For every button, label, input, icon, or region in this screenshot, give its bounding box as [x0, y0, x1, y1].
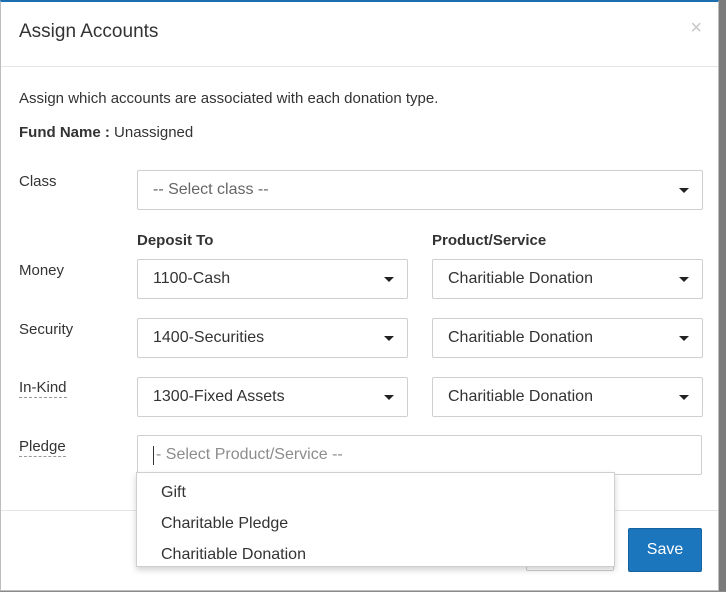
fund-name: Fund Name : Unassigned — [19, 124, 193, 141]
dropdown-option-gift[interactable]: Gift — [137, 477, 614, 508]
dropdown-option-charitiable-donation[interactable]: Charitiable Donation — [137, 539, 614, 570]
money-product-value: Charitiable Donation — [448, 270, 593, 287]
chevron-down-icon — [384, 277, 394, 282]
money-deposit-select[interactable]: 1100-Cash — [137, 259, 408, 299]
row-label-security: Security — [19, 321, 74, 338]
save-button[interactable]: Save — [628, 528, 702, 572]
pledge-product-dropdown: Gift Charitable Pledge Charitiable Donat… — [136, 472, 615, 567]
security-product-value: Charitiable Donation — [448, 329, 593, 346]
intro-text: Assign which accounts are associated wit… — [19, 90, 439, 107]
row-label-pledge[interactable]: Pledge — [19, 438, 66, 457]
chevron-down-icon — [384, 395, 394, 400]
in-kind-product-value: Charitiable Donation — [448, 388, 593, 405]
pledge-product-placeholder: - Select Product/Service -- — [156, 446, 343, 463]
money-deposit-value: 1100-Cash — [153, 270, 231, 287]
close-icon[interactable]: × — [690, 18, 702, 38]
security-deposit-value: 1400-Securities — [153, 329, 265, 346]
chevron-down-icon — [679, 277, 689, 282]
modal-title: Assign Accounts — [19, 21, 159, 42]
column-header-deposit-to: Deposit To — [137, 232, 214, 249]
in-kind-product-select[interactable]: Charitiable Donation — [432, 377, 703, 417]
pledge-product-search-input[interactable]: - Select Product/Service -- — [137, 435, 702, 475]
in-kind-deposit-select[interactable]: 1300-Fixed Assets — [137, 377, 408, 417]
column-header-product-service: Product/Service — [432, 232, 547, 249]
in-kind-deposit-value: 1300-Fixed Assets — [153, 388, 285, 405]
row-label-money: Money — [19, 262, 65, 279]
class-select-value: -- Select class -- — [153, 181, 269, 198]
class-label: Class — [19, 173, 57, 190]
modal-header: Assign Accounts × — [1, 2, 718, 67]
chevron-down-icon — [679, 395, 689, 400]
modal-backdrop — [719, 0, 726, 591]
chevron-down-icon — [679, 336, 689, 341]
row-label-in-kind[interactable]: In-Kind — [19, 379, 67, 398]
chevron-down-icon — [679, 188, 689, 193]
text-cursor — [153, 445, 154, 465]
security-deposit-select[interactable]: 1400-Securities — [137, 318, 408, 358]
security-product-select[interactable]: Charitiable Donation — [432, 318, 703, 358]
chevron-down-icon — [384, 336, 394, 341]
money-product-select[interactable]: Charitiable Donation — [432, 259, 703, 299]
class-select[interactable]: -- Select class -- — [137, 170, 703, 210]
dropdown-option-charitable-pledge[interactable]: Charitable Pledge — [137, 508, 614, 539]
fund-name-value: Unassigned — [114, 124, 194, 141]
fund-name-label: Fund Name : — [19, 124, 110, 141]
